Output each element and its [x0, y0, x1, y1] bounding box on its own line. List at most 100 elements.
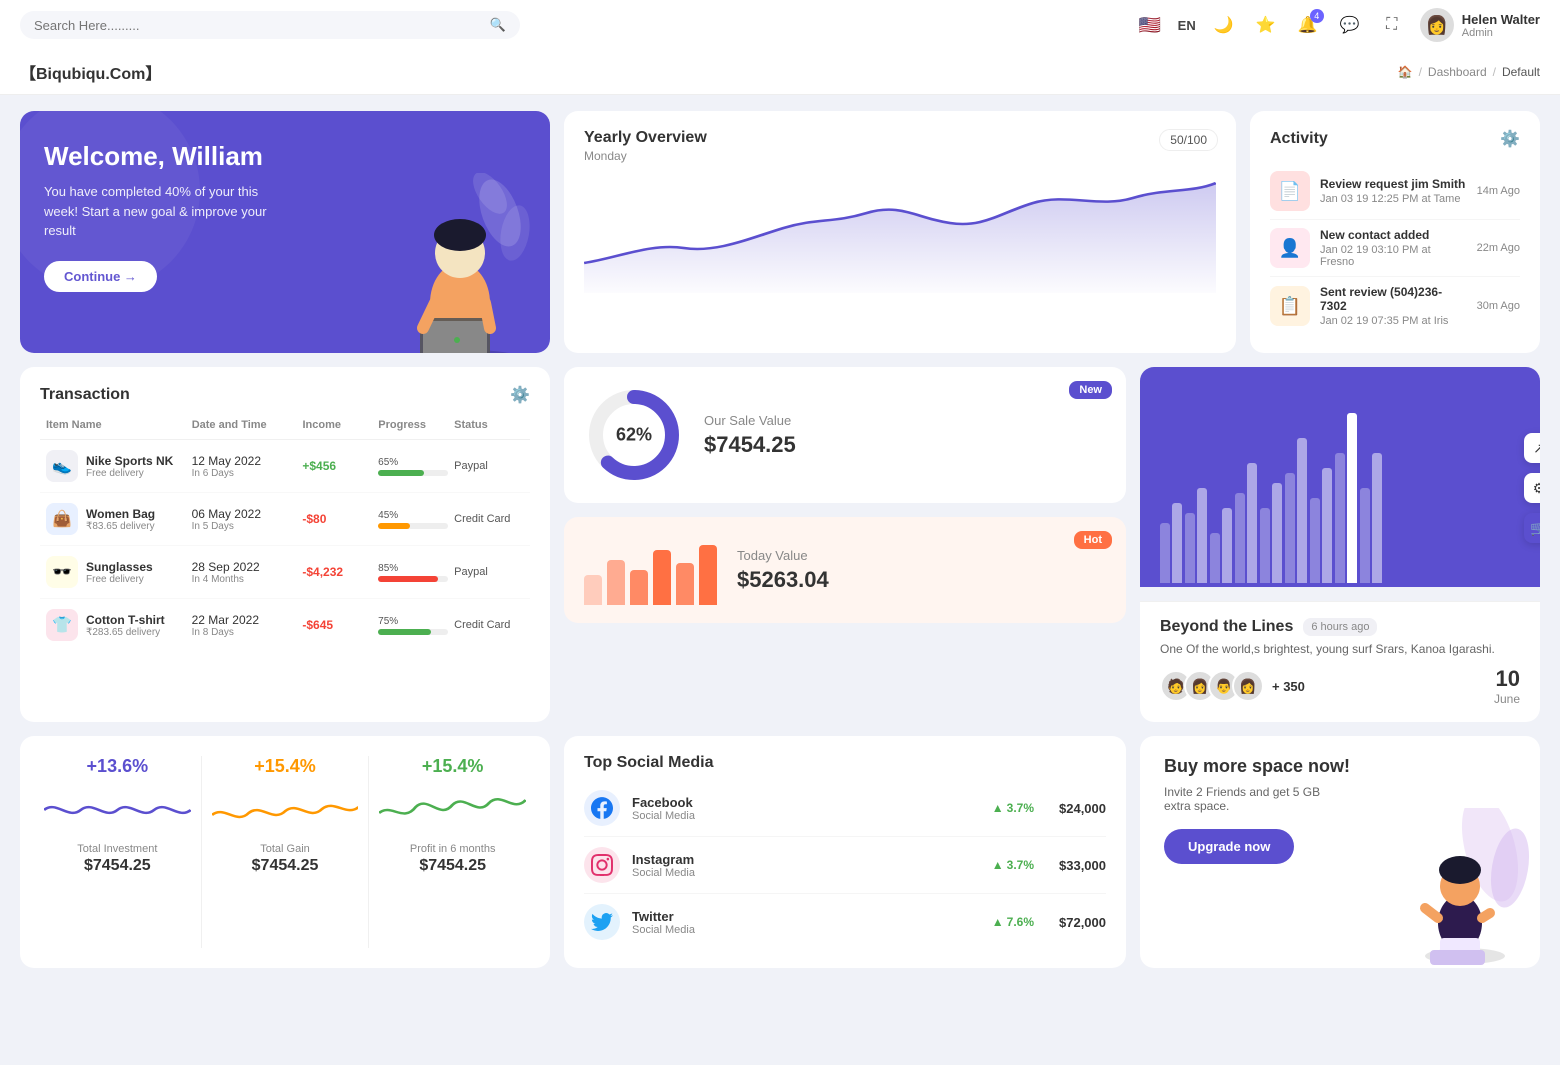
activity-info-2: New contact added Jan 02 19 03:10 PM at … — [1320, 228, 1467, 268]
today-value: $5263.04 — [737, 567, 1106, 593]
wave-chart-2 — [212, 785, 359, 835]
social-growth-fb: ▲ 3.7% — [992, 801, 1034, 815]
progress-3: 85% — [378, 563, 448, 582]
search-wrap[interactable]: 🔍 — [20, 11, 520, 39]
donut-label: 62% — [616, 425, 652, 446]
date-info-3: 28 Sep 2022 In 4 Months — [192, 560, 297, 585]
sale-badge-new: New — [1069, 381, 1112, 399]
activity-item-1: 📄 Review request jim Smith Jan 03 19 12:… — [1270, 163, 1520, 220]
item-info-4: 👕 Cotton T-shirt ₹283.65 delivery — [46, 609, 186, 641]
date-badge: 10 June — [1494, 666, 1520, 706]
user-role: Admin — [1462, 27, 1540, 39]
beyond-header: Beyond the Lines 6 hours ago — [1160, 618, 1520, 636]
dark-mode-icon[interactable]: 🌙 — [1210, 11, 1238, 39]
beyond-title: Beyond the Lines — [1160, 618, 1293, 636]
mini-stats-card: +13.6% Total Investment $7454.25 +15.4% … — [20, 736, 550, 968]
search-input[interactable] — [34, 18, 482, 33]
stat-divider-2 — [368, 756, 369, 948]
stat-label-3: Profit in 6 months — [410, 843, 496, 855]
activity-item-sub-1: Jan 03 19 12:25 PM at Tame — [1320, 193, 1467, 205]
col-date: Date and Time — [192, 419, 297, 431]
bar-mini-chart — [584, 535, 717, 605]
chat-icon[interactable]: 💬 — [1336, 11, 1364, 39]
income-1: +$456 — [302, 459, 372, 473]
beyond-time: 6 hours ago — [1303, 618, 1377, 636]
activity-thumb-2: 👤 — [1270, 228, 1310, 268]
instagram-icon — [584, 847, 620, 883]
star-icon[interactable]: ⭐ — [1252, 11, 1280, 39]
item-name-3: Sunglasses — [86, 560, 153, 574]
sale-value: $7454.25 — [704, 432, 1106, 458]
item-info-2: 👜 Women Bag ₹83.65 delivery — [46, 503, 186, 535]
today-donut-wrap: Today Value $5263.04 — [584, 535, 1106, 605]
right-column: ↗ ⚙ 🛒 Beyond the Lines 6 hours ago One O… — [1140, 367, 1540, 722]
share-float-icon[interactable]: ↗ — [1524, 433, 1540, 463]
social-item-twitter: Twitter Social Media ▲ 7.6% $72,000 — [584, 894, 1106, 950]
table-row: 🕶️ Sunglasses Free delivery 28 Sep 2022 … — [40, 546, 530, 599]
item-icon-3: 🕶️ — [46, 556, 78, 588]
plus-count: + 350 — [1272, 679, 1305, 694]
avatar-4: 👩 — [1232, 670, 1264, 702]
income-4: -$645 — [302, 618, 372, 632]
table-row: 👟 Nike Sports NK Free delivery 12 May 20… — [40, 440, 530, 493]
breadcrumb-sep1: / — [1419, 65, 1422, 79]
breadcrumb-current: Default — [1502, 65, 1540, 79]
today-sale-info: Today Value $5263.04 — [737, 548, 1106, 593]
date-info-1: 12 May 2022 In 6 Days — [192, 454, 297, 479]
yearly-subtitle: Monday — [584, 149, 1216, 163]
social-type-ig: Social Media — [632, 867, 980, 879]
wave-chart-3 — [379, 785, 526, 835]
social-name-ig: Instagram — [632, 852, 980, 867]
item-name-2: Women Bag — [86, 507, 155, 521]
activity-thumb-1: 📄 — [1270, 171, 1310, 211]
activity-settings-icon[interactable]: ⚙️ — [1500, 129, 1520, 149]
beyond-desc: One Of the world,s brightest, young surf… — [1160, 642, 1520, 656]
activity-item-sub-3: Jan 02 19 07:35 PM at Iris — [1320, 315, 1467, 327]
buy-space-card: Buy more space now! Invite 2 Friends and… — [1140, 736, 1540, 968]
welcome-card: Welcome, William You have completed 40% … — [20, 111, 550, 353]
float-icons: ↗ ⚙ 🛒 — [1524, 433, 1540, 543]
item-icon-2: 👜 — [46, 503, 78, 535]
social-info-twitter: Twitter Social Media — [632, 909, 980, 936]
activity-time-2: 22m Ago — [1477, 242, 1520, 254]
user-info[interactable]: 👩 Helen Walter Admin — [1420, 8, 1540, 42]
breadcrumb-dashboard[interactable]: Dashboard — [1428, 65, 1487, 79]
upgrade-button[interactable]: Upgrade now — [1164, 829, 1294, 864]
table-headers: Item Name Date and Time Income Progress … — [40, 419, 530, 440]
social-media-card: Top Social Media Facebook Social Media ▲… — [564, 736, 1126, 968]
flag-icon[interactable]: 🇺🇸 — [1136, 11, 1164, 39]
stat-pct-3: +15.4% — [422, 756, 484, 777]
avatar: 👩 — [1420, 8, 1454, 42]
table-row: 👜 Women Bag ₹83.65 delivery 06 May 2022 … — [40, 493, 530, 546]
date-month: June — [1494, 692, 1520, 706]
stat-pct-1: +13.6% — [87, 756, 149, 777]
yearly-title: Yearly Overview — [584, 129, 1216, 147]
buy-space-illustration — [1370, 808, 1530, 968]
user-name: Helen Walter — [1462, 12, 1540, 27]
home-icon[interactable]: 🏠 — [1398, 65, 1413, 79]
activity-time-3: 30m Ago — [1477, 300, 1520, 312]
today-label: Today Value — [737, 548, 1106, 563]
activity-item-sub-2: Jan 02 19 03:10 PM at Fresno — [1320, 244, 1467, 268]
breadcrumb: 🏠 / Dashboard / Default — [1398, 65, 1540, 79]
activity-header: Activity ⚙️ — [1270, 129, 1520, 149]
fullscreen-icon[interactable]: ⛶ — [1378, 11, 1406, 39]
notification-icon[interactable]: 🔔 4 — [1294, 11, 1322, 39]
settings-float-icon[interactable]: ⚙ — [1524, 473, 1540, 503]
item-sub-4: ₹283.65 delivery — [86, 627, 165, 638]
sale-badge-hot: Hot — [1074, 531, 1112, 549]
cart-float-icon[interactable]: 🛒 — [1524, 513, 1540, 543]
stat-label-2: Total Gain — [260, 843, 310, 855]
wave-chart-1 — [44, 785, 191, 835]
bar-chart-card: ↗ ⚙ 🛒 — [1140, 367, 1540, 587]
date-info-2: 06 May 2022 In 5 Days — [192, 507, 297, 532]
col-status: Status — [454, 419, 524, 431]
row2: Transaction ⚙️ Item Name Date and Time I… — [20, 367, 1540, 722]
transaction-settings-icon[interactable]: ⚙️ — [510, 385, 530, 405]
beyond-card: Beyond the Lines 6 hours ago One Of the … — [1140, 601, 1540, 722]
activity-info-3: Sent review (504)236-7302 Jan 02 19 07:3… — [1320, 285, 1467, 327]
item-sub-3: Free delivery — [86, 574, 153, 585]
social-type-fb: Social Media — [632, 810, 980, 822]
social-revenue-fb: $24,000 — [1046, 801, 1106, 816]
breadcrumb-sep2: / — [1493, 65, 1496, 79]
